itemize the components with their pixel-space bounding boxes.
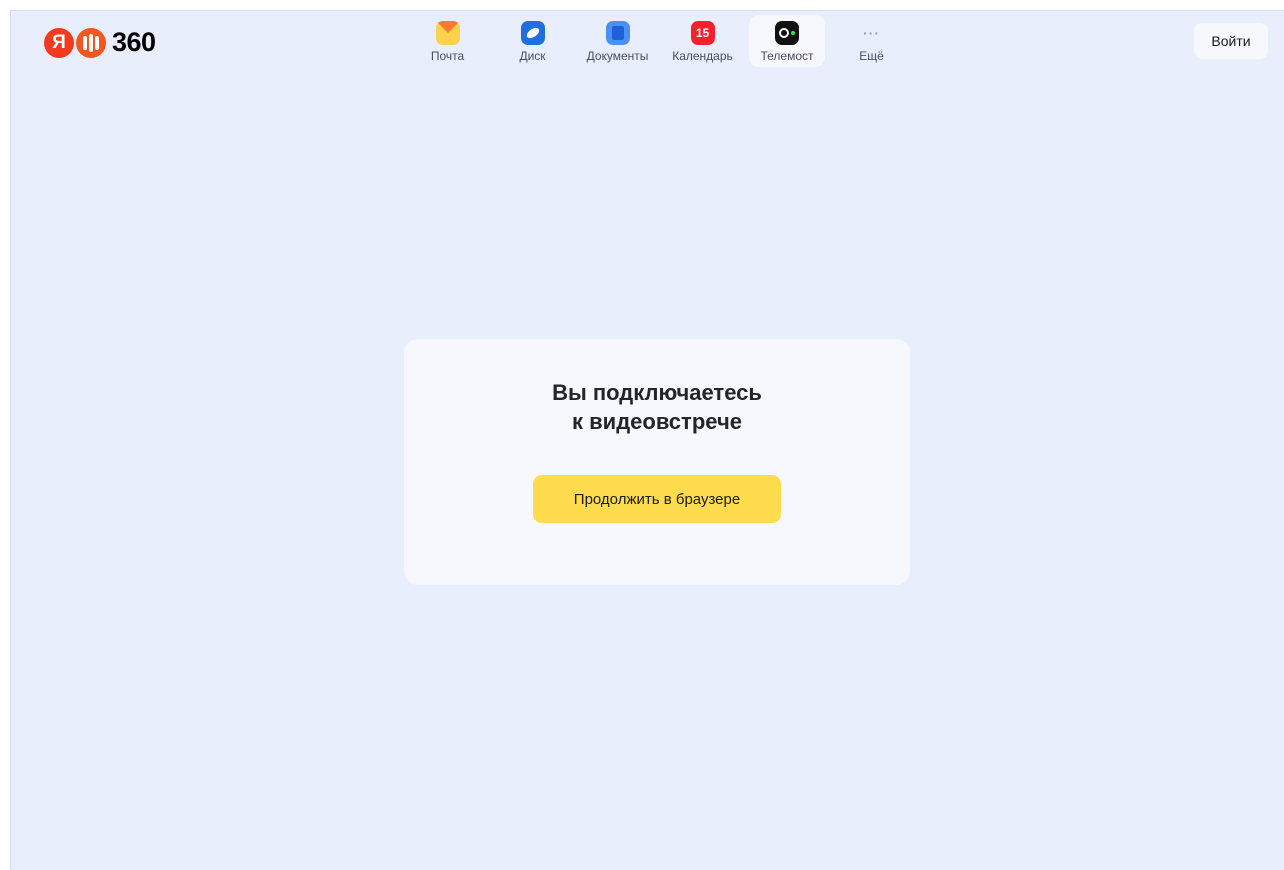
calendar-icon: 15 <box>690 21 715 45</box>
nav-item-label: Диск <box>519 49 546 63</box>
telemost-icon <box>775 21 799 45</box>
join-meeting-card: Вы подключаетесь к видеовстрече Продолжи… <box>404 339 910 585</box>
continue-in-browser-button[interactable]: Продолжить в браузере <box>533 475 781 523</box>
nav-item-telemost[interactable]: Телемост <box>749 15 825 67</box>
yandex-360-logo[interactable]: Я 360 <box>44 27 156 58</box>
nav-item-calendar[interactable]: 15 Календарь <box>660 15 745 67</box>
page-background: Я 360 Почта Диск Документы 15 Календарь … <box>10 10 1284 870</box>
nav-item-documents[interactable]: Документы <box>575 15 660 67</box>
mail-icon <box>435 21 460 45</box>
services-nav: Почта Диск Документы 15 Календарь Телемо… <box>405 15 914 67</box>
nav-item-mail[interactable]: Почта <box>405 15 490 67</box>
card-title: Вы подключаетесь к видеовстрече <box>552 380 762 434</box>
more-icon: ··· <box>863 25 880 41</box>
nav-item-label: Ещё <box>859 49 884 63</box>
nav-item-more[interactable]: ··· Ещё <box>829 15 914 67</box>
nav-item-label: Документы <box>586 49 649 63</box>
logo-number: 360 <box>112 27 156 57</box>
documents-icon <box>605 21 630 45</box>
nav-item-disk[interactable]: Диск <box>490 15 575 67</box>
nav-item-label: Календарь <box>672 49 733 63</box>
nav-item-label: Почта <box>430 49 465 63</box>
360-rings-icon <box>76 27 106 58</box>
yandex-logo-icon: Я <box>44 27 74 58</box>
disk-icon <box>520 21 545 45</box>
login-button[interactable]: Войти <box>1194 23 1268 59</box>
nav-item-label: Телемост <box>760 49 814 63</box>
